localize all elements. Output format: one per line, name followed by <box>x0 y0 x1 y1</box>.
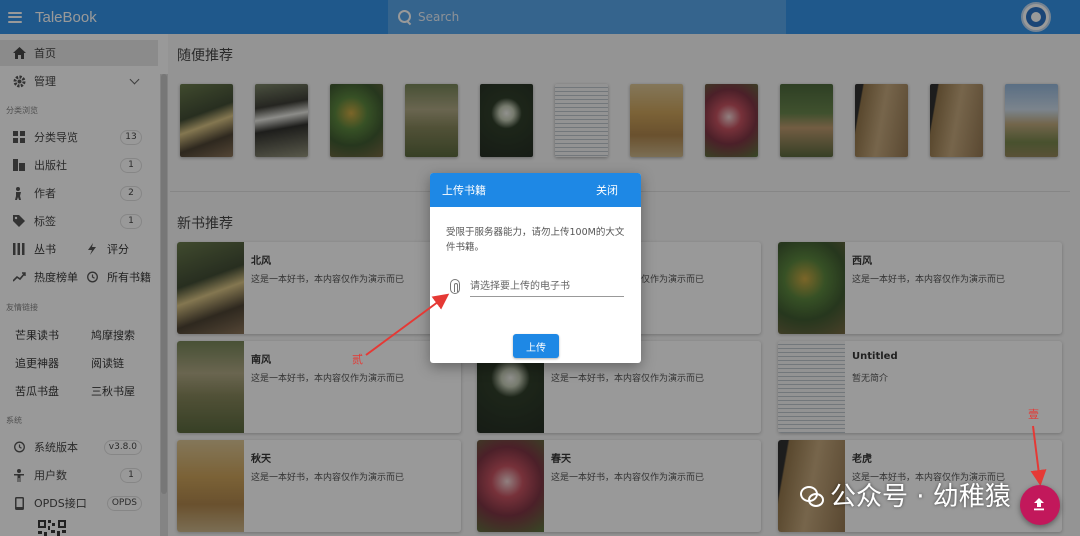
wechat-icon <box>800 484 824 507</box>
close-button[interactable]: 关闭 <box>596 182 618 198</box>
annotation-step2: 贰 <box>352 353 363 366</box>
watermark: 公众号 · 幼稚猿 <box>800 476 1011 513</box>
upload-icon <box>1034 498 1044 511</box>
file-input[interactable] <box>470 277 624 297</box>
watermark-text: 公众号 · 幼稚猿 <box>830 482 1011 512</box>
dialog-header: 上传书籍 关闭 <box>430 173 641 207</box>
dialog-message: 受限于服务器能力，请勿上传100M的大文件书籍。 <box>446 227 625 253</box>
upload-button[interactable]: 上传 <box>513 334 559 358</box>
upload-dialog: 上传书籍 关闭 受限于服务器能力，请勿上传100M的大文件书籍。 上传 <box>430 173 641 363</box>
dialog-title: 上传书籍 <box>442 184 486 197</box>
upload-fab[interactable] <box>1020 485 1060 525</box>
paperclip-icon[interactable] <box>450 279 460 294</box>
annotation-step1: 壹 <box>1028 408 1039 421</box>
